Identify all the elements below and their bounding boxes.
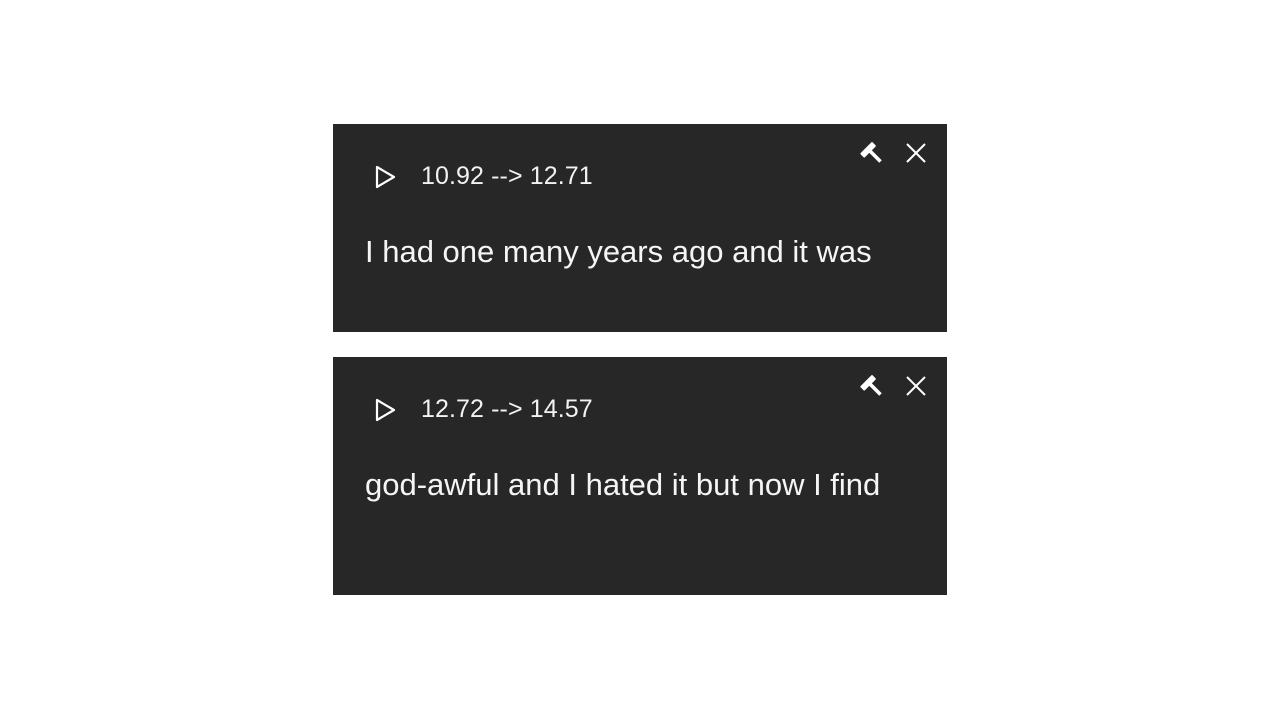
play-icon[interactable] <box>371 163 399 191</box>
play-icon[interactable] <box>371 396 399 424</box>
cue-card: 12.72 --> 14.57 god-awful and I hated it… <box>333 357 947 595</box>
cue-actions <box>857 371 931 401</box>
cue-time-row: 10.92 --> 12.71 <box>371 162 593 191</box>
cue-time-range: 12.72 --> 14.57 <box>421 395 593 423</box>
close-icon[interactable] <box>901 371 931 401</box>
cue-text[interactable]: I had one many years ago and it was <box>365 224 905 280</box>
cue-time-row: 12.72 --> 14.57 <box>371 395 593 424</box>
cue-actions <box>857 138 931 168</box>
cue-card: 10.92 --> 12.71 I had one many years ago… <box>333 124 947 332</box>
close-icon[interactable] <box>901 138 931 168</box>
hammer-icon[interactable] <box>857 138 887 168</box>
subtitle-editor: 10.92 --> 12.71 I had one many years ago… <box>0 0 1280 720</box>
cue-text[interactable]: god-awful and I hated it but now I find <box>365 457 905 513</box>
hammer-icon[interactable] <box>857 371 887 401</box>
cue-time-range: 10.92 --> 12.71 <box>421 162 593 190</box>
